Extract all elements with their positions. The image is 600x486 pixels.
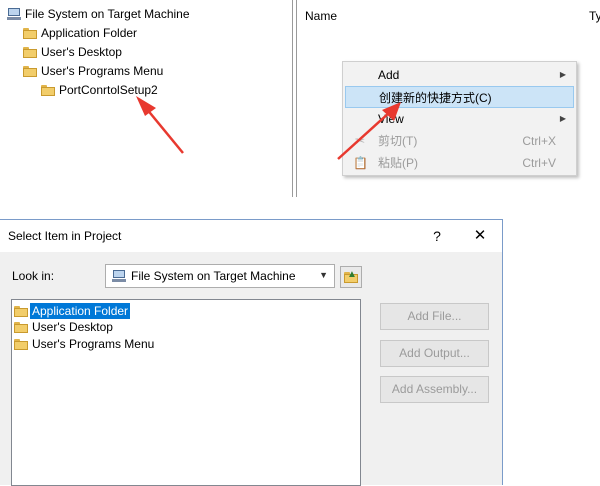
tree-node-application-folder[interactable]: Application Folder xyxy=(23,24,137,42)
folder-icon xyxy=(23,27,37,39)
tree-node-users-desktop[interactable]: User's Desktop xyxy=(23,43,122,61)
folder-icon xyxy=(14,338,28,350)
menu-item-label: 创建新的快捷方式(C) xyxy=(379,91,492,105)
column-header-type[interactable]: Ty xyxy=(589,9,600,23)
submenu-arrow-icon: ▶ xyxy=(559,70,566,79)
look-in-label: Look in: xyxy=(12,269,55,283)
folder-icon xyxy=(14,321,28,333)
tree-node-root[interactable]: File System on Target Machine xyxy=(7,5,190,23)
column-header-name[interactable]: Name xyxy=(305,9,337,23)
computer-icon xyxy=(7,8,21,20)
list-item-users-desktop[interactable]: User's Desktop xyxy=(14,319,115,335)
menu-item-view[interactable]: View ▶ xyxy=(345,108,574,130)
up-arrow-icon: ▲ xyxy=(347,269,357,280)
paste-icon: 📋 xyxy=(353,156,368,170)
scissors-icon: ✂ xyxy=(354,134,366,148)
list-item-label: User's Programs Menu xyxy=(32,337,155,351)
menu-item-cut[interactable]: ✂ 剪切(T) Ctrl+X xyxy=(345,130,574,152)
look-in-dropdown[interactable]: File System on Target Machine ▼ xyxy=(105,264,335,288)
close-button[interactable]: ✕ xyxy=(466,220,494,252)
look-in-value: File System on Target Machine xyxy=(131,269,296,283)
tree-node-label: User's Programs Menu xyxy=(41,64,164,78)
select-item-dialog: Select Item in Project ? ✕ Look in: File… xyxy=(0,219,503,486)
list-item-label: Application Folder xyxy=(28,302,132,320)
computer-icon xyxy=(112,270,126,282)
menu-item-label: 剪切(T) xyxy=(378,134,418,148)
dialog-title: Select Item in Project xyxy=(8,229,122,243)
tree-node-label: PortConrtolSetup2 xyxy=(59,83,158,97)
add-assembly-button[interactable]: Add Assembly... xyxy=(380,376,489,403)
folder-icon xyxy=(23,46,37,58)
file-system-tree: File System on Target Machine Applicatio… xyxy=(0,0,290,200)
tree-node-users-programs-menu[interactable]: User's Programs Menu xyxy=(23,62,163,80)
menu-item-label: 粘贴(P) xyxy=(378,156,418,170)
add-output-button[interactable]: Add Output... xyxy=(380,340,489,367)
list-item-label: User's Desktop xyxy=(32,320,113,334)
menu-item-create-shortcut[interactable]: 创建新的快捷方式(C) xyxy=(345,86,574,108)
list-item-application-folder[interactable]: Application Folder xyxy=(14,302,132,320)
menu-item-paste[interactable]: 📋 粘贴(P) Ctrl+V xyxy=(345,152,574,174)
tree-node-label: User's Desktop xyxy=(41,45,122,59)
open-folder-icon xyxy=(41,84,55,96)
tree-node-portcontrol-setup[interactable]: PortConrtolSetup2 xyxy=(41,81,158,99)
submenu-arrow-icon: ▶ xyxy=(559,114,566,123)
add-file-button[interactable]: Add File... xyxy=(380,303,489,330)
pane-splitter[interactable] xyxy=(292,0,298,197)
list-item-users-programs-menu[interactable]: User's Programs Menu xyxy=(14,336,156,352)
menu-item-shortcut: Ctrl+X xyxy=(522,134,556,148)
folder-icon xyxy=(23,65,37,77)
context-menu: Add ▶ 创建新的快捷方式(C) View ▶ ✂ 剪切(T) Ctrl+X … xyxy=(342,61,577,176)
help-button[interactable]: ? xyxy=(425,220,449,252)
up-one-level-button[interactable]: ▲ xyxy=(340,266,362,288)
menu-item-label: View xyxy=(378,112,404,126)
folder-icon xyxy=(14,305,28,317)
menu-item-add[interactable]: Add ▶ xyxy=(345,64,574,86)
item-list[interactable]: Application Folder User's Desktop User's… xyxy=(11,299,361,486)
tree-node-label: Application Folder xyxy=(41,26,138,40)
chevron-down-icon: ▼ xyxy=(319,270,328,280)
tree-node-label: File System on Target Machine xyxy=(25,7,190,21)
dialog-titlebar[interactable]: Select Item in Project ? ✕ xyxy=(0,220,502,252)
menu-item-shortcut: Ctrl+V xyxy=(522,156,556,170)
menu-item-label: Add xyxy=(378,68,400,82)
